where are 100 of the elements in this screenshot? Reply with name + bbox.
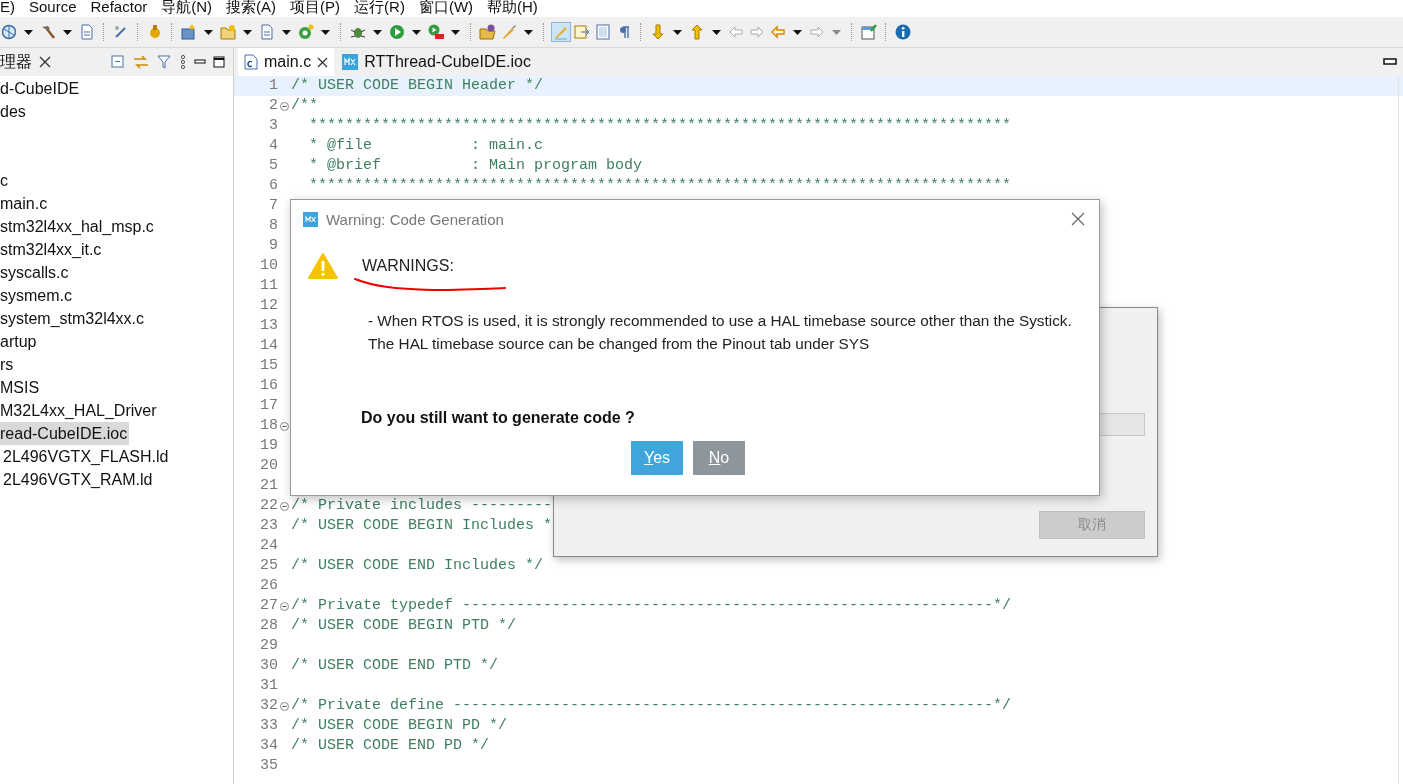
code-line: ****************************************************************************** [308, 176, 1012, 196]
code-line: /** [291, 96, 318, 116]
tree-item[interactable]: des [0, 100, 28, 123]
fold-icon[interactable] [280, 421, 289, 431]
tree-item[interactable]: M32L4xx_HAL_Driver [0, 399, 159, 422]
tree-item[interactable]: MSIS [0, 376, 42, 399]
caret-icon[interactable] [321, 29, 330, 35]
tree-item[interactable]: artup [0, 330, 39, 353]
line-number: 16 [259, 376, 278, 396]
code-line: /* USER CODE BEGIN Includes * [291, 516, 553, 536]
line-number: 10 [259, 256, 278, 276]
code-line: /* USER CODE BEGIN PD */ [291, 716, 508, 736]
tree-item[interactable]: syscalls.c [0, 261, 71, 284]
message-text: The HAL timebase source can be changed from the Pinout tab under SYS [368, 335, 871, 353]
view-menu-icon[interactable] [179, 54, 187, 70]
line-number: 35 [259, 756, 278, 776]
maximize-icon[interactable] [213, 56, 225, 68]
minimize-icon[interactable] [1383, 58, 1397, 66]
line-number: 20 [259, 456, 278, 476]
tree-item[interactable]: d-CubeIDE [0, 77, 82, 100]
cube-icon [342, 54, 359, 70]
line-number: 28 [259, 616, 278, 636]
warning-icon [307, 252, 339, 280]
collapse-all-icon[interactable] [110, 54, 126, 70]
tree-item[interactable]: system_stm32l4xx.c [0, 307, 147, 330]
tree-item[interactable]: read-CubeIDE.ioc [0, 422, 130, 445]
view-tab[interactable]: 理器 [0, 51, 32, 73]
code-line: /* Private includes --------- [291, 496, 553, 516]
caret-icon[interactable] [412, 29, 421, 35]
caret-icon[interactable] [673, 29, 682, 35]
line-number: 17 [259, 396, 278, 416]
line-number: 29 [259, 636, 278, 656]
tree-item[interactable]: 2L496VGTX_FLASH.ld [0, 445, 171, 468]
caret-icon[interactable] [63, 29, 72, 35]
menu-item[interactable]: 帮助(H) [487, 0, 538, 15]
line-number: 18 [259, 416, 278, 436]
line-number: 27 [259, 596, 278, 616]
caret-icon[interactable] [24, 29, 33, 35]
line-number: 11 [259, 276, 278, 296]
line-number: 22 [259, 496, 278, 516]
close-icon[interactable] [39, 56, 51, 68]
caret-icon[interactable] [524, 29, 533, 35]
line-number: 21 [259, 476, 278, 496]
tree-item[interactable]: 2L496VGTX_RAM.ld [0, 468, 155, 491]
fold-icon[interactable] [280, 701, 289, 711]
dialog-title: Warning: Code Generation [326, 210, 504, 228]
menu-item[interactable]: Refactor [90, 0, 148, 15]
editor-tab[interactable]: main.c [238, 48, 335, 76]
line-number: 34 [259, 736, 278, 756]
menu-item[interactable]: 导航(N) [161, 0, 213, 15]
caret-icon[interactable] [793, 29, 802, 35]
code-line: /* USER CODE END PTD */ [291, 656, 499, 676]
run-icon[interactable] [388, 23, 406, 41]
line-number: 25 [259, 556, 278, 576]
fold-icon[interactable] [280, 601, 289, 611]
tree-item[interactable]: c [0, 169, 10, 192]
code-line: /* Private typedef -----------------------------------------------------------*/ [291, 596, 1012, 616]
caret-icon[interactable] [373, 29, 382, 35]
line-number: 32 [259, 696, 278, 716]
info-icon[interactable] [894, 23, 912, 41]
line-number: 3 [268, 116, 278, 136]
line-number: 9 [268, 236, 278, 256]
open-folder-icon[interactable] [479, 23, 497, 41]
tree-item[interactable]: sysmem.c [0, 284, 74, 307]
tree-item[interactable]: stm32l4xx_hal_msp.c [0, 215, 156, 238]
caret-icon[interactable] [204, 29, 213, 35]
line-number: 4 [268, 136, 278, 156]
run-external-icon[interactable] [427, 23, 445, 41]
tree-item[interactable]: rs [0, 353, 16, 376]
caret-icon[interactable] [282, 29, 291, 35]
menu-item[interactable]: E) [0, 0, 15, 15]
close-icon[interactable] [1071, 212, 1085, 226]
question-text: Do you still want to generate code ? [360, 408, 636, 427]
code-line: * @file : main.c [308, 136, 544, 156]
editor-tab[interactable]: RTThread-CubeIDE.ioc [336, 48, 537, 76]
menu-item[interactable]: 窗口(W) [418, 0, 474, 15]
menu-item[interactable]: 搜索(A) [226, 0, 277, 15]
new-project-icon[interactable] [180, 23, 198, 41]
globe-icon[interactable] [0, 23, 18, 41]
line-number: 33 [259, 716, 278, 736]
line-number: 6 [268, 176, 278, 196]
filter-icon[interactable] [156, 54, 172, 70]
toggle-icon[interactable] [573, 23, 591, 41]
caret-icon[interactable] [451, 29, 460, 35]
line-number: 2 [268, 96, 278, 116]
menu-item[interactable]: Source [29, 0, 77, 15]
fold-icon[interactable] [280, 101, 289, 111]
back-icon[interactable] [769, 23, 787, 41]
caret-icon[interactable] [712, 29, 721, 35]
window-pin-icon[interactable] [860, 23, 878, 41]
code-line: /* USER CODE END Includes */ [291, 556, 544, 576]
close-icon[interactable] [317, 56, 329, 68]
fold-icon[interactable] [280, 501, 289, 511]
menu-item[interactable]: 运行(R) [354, 0, 405, 15]
warning-heading: WARNINGS: [362, 257, 454, 275]
caret-icon[interactable] [243, 29, 252, 35]
tree-item[interactable]: main.c [0, 192, 50, 215]
menu-item[interactable]: 项目(P) [290, 0, 341, 15]
tree-item[interactable]: stm32l4xx_it.c [0, 238, 104, 261]
line-number: 26 [259, 576, 278, 596]
